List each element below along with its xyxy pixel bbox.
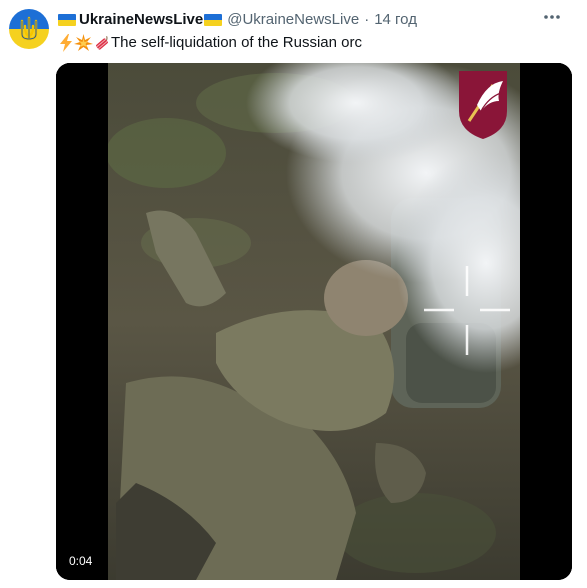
more-options-icon[interactable]	[539, 7, 565, 27]
video-player[interactable]: 0:04	[56, 63, 572, 580]
brigade-emblem-icon	[459, 71, 507, 139]
ukraine-trident-icon	[9, 9, 49, 49]
ukraine-flag-icon	[58, 14, 76, 26]
firecracker-emoji-icon	[93, 34, 111, 52]
separator-dot: ·	[364, 11, 370, 28]
display-name[interactable]: UkraineNewsLive	[79, 10, 203, 30]
tweet-text-content: The self-liquidation of the Russian orc	[111, 34, 362, 51]
tweet: UkraineNewsLive @UkraineNewsLive · 14 го…	[0, 0, 587, 588]
timestamp[interactable]: 14 год	[374, 10, 417, 30]
tweet-header: UkraineNewsLive @UkraineNewsLive · 14 го…	[58, 10, 417, 30]
collision-emoji-icon	[74, 34, 93, 52]
zap-emoji-icon	[58, 34, 74, 52]
tweet-text: The self-liquidation of the Russian orc	[58, 33, 362, 53]
avatar[interactable]	[9, 9, 49, 49]
video-duration: 0:04	[64, 552, 98, 570]
ukraine-flag-icon	[204, 14, 223, 26]
video-frame	[56, 63, 572, 580]
user-handle[interactable]: @UkraineNewsLive	[227, 10, 359, 30]
